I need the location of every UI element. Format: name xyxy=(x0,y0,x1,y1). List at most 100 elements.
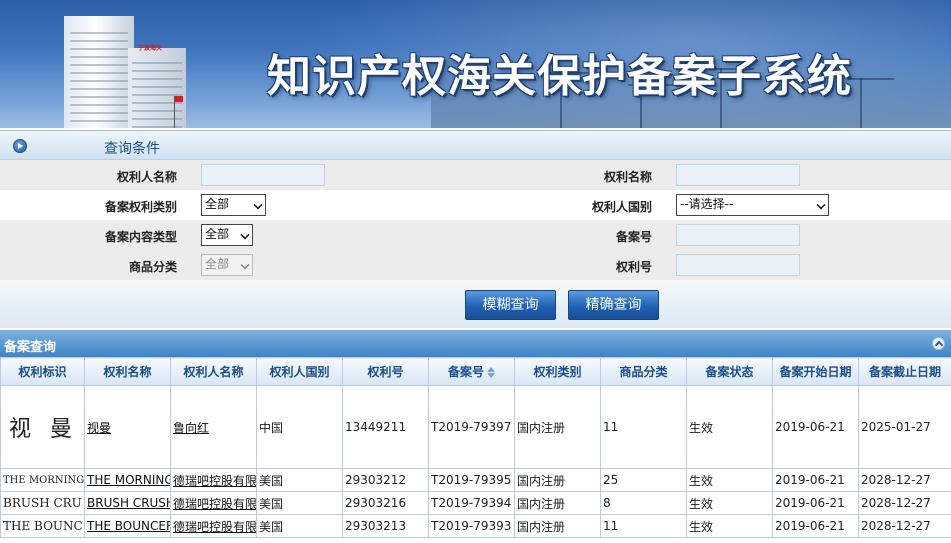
table-row[interactable]: THE MORNING AFTER THE MORNING 德瑞吧控股有限 美国… xyxy=(0,468,951,492)
cell-goods: 11 xyxy=(600,514,687,538)
cell-start-date: 2019-06-21 xyxy=(772,468,859,492)
query-row-1: 权利人名称 权利名称 xyxy=(0,160,951,190)
right-name-link[interactable]: THE BOUNCER xyxy=(84,514,171,538)
query-panel-header[interactable]: 查询条件 xyxy=(0,130,951,160)
column-header[interactable]: 权利类别 xyxy=(514,357,601,386)
collapse-arrow-icon[interactable] xyxy=(13,139,27,153)
chevron-down-icon xyxy=(240,230,250,240)
rights-holder-name-label: 权利人名称 xyxy=(116,170,177,184)
right-type-value: 全部 xyxy=(205,197,230,211)
crane-silhouette xyxy=(848,78,894,128)
rights-holder-name-input[interactable] xyxy=(201,164,325,186)
table-row[interactable]: 视 曼 视曼 鲁向红 中国 13449211 T2019-79397 国内注册 … xyxy=(0,385,951,469)
cell-start-date: 2019-06-21 xyxy=(772,491,859,515)
trademark-image: THE MORNING AFTER xyxy=(0,468,85,492)
cell-status: 生效 xyxy=(686,385,773,469)
flag-icon xyxy=(174,96,183,128)
content-type-select[interactable]: 全部 xyxy=(201,224,253,246)
holder-country-select[interactable]: --请选择-- xyxy=(676,194,829,216)
column-header[interactable]: 商品分类 xyxy=(600,357,687,386)
results-table: 权利标识 权利名称 权利人名称 权利人国别 权利号 备案号 权利类别 商品分类 … xyxy=(0,357,951,538)
results-panel-title: 备案查询 xyxy=(4,340,57,355)
record-no-input[interactable] xyxy=(676,224,800,246)
chevron-down-icon xyxy=(816,200,826,210)
cell-start-date: 2019-06-21 xyxy=(772,385,859,469)
query-panel-title: 查询条件 xyxy=(104,141,160,157)
cell-country: 美国 xyxy=(256,514,343,538)
cell-status: 生效 xyxy=(686,514,773,538)
chevron-down-icon xyxy=(240,260,250,270)
goods-class-select[interactable]: 全部 xyxy=(201,254,253,276)
cell-record-no: T2019-79393 xyxy=(428,514,515,538)
right-name-link[interactable]: BRUSH CRUSH xyxy=(84,491,171,515)
cell-country: 中国 xyxy=(256,385,343,469)
fuzzy-search-button[interactable]: 模糊查询 xyxy=(465,290,556,320)
cell-record-no: T2019-79394 xyxy=(428,491,515,515)
column-header-sortable[interactable]: 备案号 xyxy=(428,357,515,386)
cell-record-no: T2019-79395 xyxy=(428,468,515,492)
cell-status: 生效 xyxy=(686,491,773,515)
goods-class-value: 全部 xyxy=(205,257,230,271)
exact-search-button[interactable]: 精确查询 xyxy=(568,290,659,320)
table-header-row: 权利标识 权利名称 权利人名称 权利人国别 权利号 备案号 权利类别 商品分类 … xyxy=(0,357,951,386)
system-title: 知识产权海关保护备案子系统 xyxy=(267,51,852,102)
content-type-value: 全部 xyxy=(205,227,230,241)
column-header[interactable]: 权利标识 xyxy=(0,357,85,386)
holder-name-link[interactable]: 鲁向红 xyxy=(170,385,257,469)
column-header[interactable]: 备案截止日期 xyxy=(858,357,951,386)
header-banner: 宁波海关 知识产权海关保护备案子系统 xyxy=(0,0,951,128)
holder-country-label: 权利人国别 xyxy=(591,200,652,214)
cell-start-date: 2019-06-21 xyxy=(772,514,859,538)
query-row-3: 备案内容类型 全部 备案号 xyxy=(0,220,951,250)
column-header[interactable]: 权利人国别 xyxy=(256,357,343,386)
cell-right-no: 29303213 xyxy=(342,514,429,538)
cell-type: 国内注册 xyxy=(514,514,601,538)
cell-type: 国内注册 xyxy=(514,468,601,492)
cell-goods: 11 xyxy=(600,385,687,469)
trademark-image: THE BOUNC xyxy=(0,514,85,538)
cell-record-no: T2019-79397 xyxy=(428,385,515,469)
cell-status: 生效 xyxy=(686,468,773,492)
query-row-2: 备案权利类别 全部 权利人国别 --请选择-- xyxy=(0,190,951,220)
right-name-label: 权利名称 xyxy=(603,170,652,184)
right-name-link[interactable]: 视曼 xyxy=(84,385,171,469)
building-sign: 宁波海关 xyxy=(138,45,163,52)
column-header-label: 备案号 xyxy=(447,365,484,379)
cell-end-date: 2028-12-27 xyxy=(858,491,951,515)
cell-country: 美国 xyxy=(256,468,343,492)
goods-class-label: 商品分类 xyxy=(128,260,177,274)
trademark-image: 视 曼 xyxy=(0,385,85,469)
right-name-input[interactable] xyxy=(676,164,800,186)
column-header[interactable]: 权利人名称 xyxy=(170,357,257,386)
cell-country: 美国 xyxy=(256,491,343,515)
cell-end-date: 2028-12-27 xyxy=(858,514,951,538)
right-type-select[interactable]: 全部 xyxy=(201,194,266,216)
right-no-label: 权利号 xyxy=(615,260,652,274)
collapse-up-icon[interactable] xyxy=(932,337,945,350)
holder-name-link[interactable]: 德瑞吧控股有限 xyxy=(170,491,257,515)
right-name-link[interactable]: THE MORNING xyxy=(84,468,171,492)
trademark-image: BRUSH CRU xyxy=(0,491,85,515)
cell-goods: 8 xyxy=(600,491,687,515)
column-header[interactable]: 备案开始日期 xyxy=(772,357,859,386)
results-panel-header: 备案查询 xyxy=(0,330,951,357)
column-header[interactable]: 权利名称 xyxy=(84,357,171,386)
query-row-4: 商品分类 全部 权利号 xyxy=(0,250,951,280)
cell-right-no: 29303216 xyxy=(342,491,429,515)
cell-type: 国内注册 xyxy=(514,385,601,469)
column-header[interactable]: 权利号 xyxy=(342,357,429,386)
content-type-label: 备案内容类型 xyxy=(104,230,177,244)
holder-name-link[interactable]: 德瑞吧控股有限 xyxy=(170,514,257,538)
table-row[interactable]: THE BOUNC THE BOUNCER 德瑞吧控股有限 美国 2930321… xyxy=(0,514,951,538)
cell-type: 国内注册 xyxy=(514,491,601,515)
holder-country-value: --请选择-- xyxy=(680,197,734,211)
customs-building-image: 宁波海关 xyxy=(54,8,186,128)
column-header[interactable]: 备案状态 xyxy=(686,357,773,386)
table-row[interactable]: BRUSH CRU BRUSH CRUSH 德瑞吧控股有限 美国 2930321… xyxy=(0,491,951,515)
sort-icon[interactable] xyxy=(487,367,495,378)
chevron-down-icon xyxy=(253,200,263,210)
right-type-label: 备案权利类别 xyxy=(104,200,177,214)
holder-name-link[interactable]: 德瑞吧控股有限 xyxy=(170,468,257,492)
cell-end-date: 2028-12-27 xyxy=(858,468,951,492)
right-no-input[interactable] xyxy=(676,254,800,276)
